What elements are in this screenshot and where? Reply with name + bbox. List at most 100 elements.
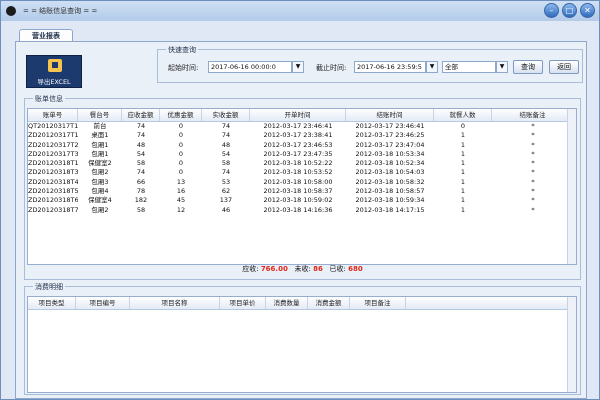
table-cell: 1 (460, 159, 466, 168)
query-button[interactable]: 查询 (513, 60, 543, 74)
table-row[interactable]: ZD20120317T3 包厢1 54 0 54 2012-03-17 23:47:35 2… (28, 150, 576, 159)
table-cell: 1 (460, 149, 466, 158)
table-cell: 2012-03-18 10:52:34 (355, 159, 425, 168)
table-row[interactable]: ZD20120318T5 包厢4 78 16 62 2012-03-18 10:58:37… (28, 187, 576, 196)
start-time-dropdown[interactable]: ▼ (292, 61, 304, 73)
col-checkout-time[interactable]: 结账时间 (346, 109, 434, 121)
back-button[interactable]: 返回 (549, 60, 579, 74)
table-cell: 0 (178, 159, 184, 168)
table-cell: 74 (221, 122, 231, 130)
table-cell: 保健室4 (88, 196, 112, 205)
end-time-label: 截止时间: (316, 64, 347, 72)
table-cell: 2012-03-17 23:46:25 (355, 131, 425, 140)
close-button[interactable]: ✕ (580, 3, 595, 18)
table-cell: ZD20120318T6 (28, 196, 78, 205)
table-cell: 66 (136, 177, 146, 186)
table-cell: 74 (136, 122, 146, 130)
table-cell: QT20120317T1 (28, 122, 78, 130)
bill-info-panel: 账单信息 账单号 餐台号 应收金额 优惠金额 实收金额 开单时间 结账时间 就餐… (24, 94, 581, 280)
col-bill-no[interactable]: 账单号 (28, 109, 78, 121)
col-item-type[interactable]: 项目类型 (28, 297, 76, 309)
bill-table-scrollbar[interactable] (567, 109, 576, 264)
excel-icon (48, 59, 62, 72)
consume-table-header: 项目类型 项目编号 项目名称 项目单价 消费数量 消费金额 项目备注 (28, 297, 576, 310)
table-cell: 0 (178, 168, 184, 177)
maximize-button[interactable]: □ (562, 3, 577, 18)
table-cell: 48 (221, 140, 231, 149)
table-row[interactable]: ZD20120317T1 桌面1 74 0 74 2012-03-17 23:38:41 2… (28, 131, 576, 140)
table-cell: 1 (460, 131, 466, 140)
table-cell: ZD20120318T5 (28, 187, 78, 196)
report-content: 导出EXCEL 快速查询 起始时间: 2017-06-16 00:00:0 ▼ … (15, 41, 587, 399)
col-diners[interactable]: 就餐人数 (434, 109, 492, 121)
table-cell: 182 (134, 196, 148, 205)
col-paid[interactable]: 实收金额 (202, 109, 250, 121)
col-open-time[interactable]: 开单时间 (250, 109, 346, 121)
col-checkout-note[interactable]: 结账备注 (492, 109, 574, 121)
table-cell: 1 (460, 196, 466, 205)
table-cell: 2012-03-18 10:54:03 (355, 168, 425, 177)
table-cell: 0 (178, 140, 184, 149)
export-excel-button[interactable]: 导出EXCEL (26, 55, 82, 88)
col-item-name[interactable]: 项目名称 (130, 297, 220, 309)
window-title: = = 结账信息查询 = = (23, 7, 98, 15)
receivable-label: 应收: (242, 265, 259, 273)
table-cell: ZD20120317T1 (28, 131, 78, 140)
table-cell: 包厢4 (91, 187, 109, 196)
table-cell: 2012-03-17 23:47:35 (263, 149, 333, 158)
table-cell: ZD20120318T3 (28, 168, 78, 177)
table-cell: 62 (221, 187, 231, 196)
table-row[interactable]: ZD20120317T2 包厢1 48 0 48 2012-03-17 23:46:53 2… (28, 141, 576, 150)
filter-select[interactable]: 全部 (442, 61, 496, 73)
table-cell: 包厢1 (91, 149, 109, 158)
table-cell: * (531, 168, 535, 177)
title-bar[interactable]: = = 结账信息查询 = = – □ ✕ (1, 1, 599, 21)
col-discount[interactable]: 优惠金额 (160, 109, 202, 121)
table-cell: 2012-03-18 10:58:57 (355, 187, 425, 196)
received-total: 680 (348, 265, 363, 273)
table-cell: 2012-03-18 10:58:37 (263, 187, 333, 196)
table-row[interactable]: ZD20120318T1 保健室2 58 0 58 2012-03-18 10:52:22… (28, 159, 576, 168)
bill-table: 账单号 餐台号 应收金额 优惠金额 实收金额 开单时间 结账时间 就餐人数 结账… (27, 108, 577, 265)
col-item-no[interactable]: 项目编号 (76, 297, 130, 309)
table-cell: 0 (460, 122, 466, 130)
unpaid-total: 86 (313, 265, 323, 273)
table-row[interactable]: ZD20120318T3 包厢2 74 0 74 2012-03-18 10:53:52 2… (28, 168, 576, 177)
table-cell: 74 (221, 131, 231, 140)
consume-table-scrollbar[interactable] (567, 297, 576, 392)
table-row[interactable]: ZD20120318T7 包厢2 58 12 46 2012-03-18 14:16:36… (28, 206, 576, 215)
table-cell: 74 (136, 168, 146, 177)
start-time-input[interactable]: 2017-06-16 00:00:0 (208, 61, 292, 73)
table-cell: 前台 (93, 122, 107, 130)
filter-dropdown[interactable]: ▼ (496, 61, 508, 73)
col-amount[interactable]: 消费金额 (308, 297, 350, 309)
minimize-button[interactable]: – (544, 3, 559, 18)
table-cell: 2012-03-18 10:59:02 (263, 196, 333, 205)
col-unit-price[interactable]: 项目单价 (220, 297, 266, 309)
table-cell: * (531, 196, 535, 205)
table-row[interactable]: ZD20120318T6 保健室4 182 45 137 2012-03-18 10:59… (28, 196, 576, 205)
col-table-no[interactable]: 餐台号 (78, 109, 122, 121)
table-cell: 45 (176, 196, 186, 205)
end-time-dropdown[interactable]: ▼ (426, 61, 438, 73)
col-receivable[interactable]: 应收金额 (122, 109, 160, 121)
end-time-input[interactable]: 2017-06-16 23:59:5 (354, 61, 426, 73)
table-cell: 0 (178, 131, 184, 140)
table-cell: 46 (221, 205, 231, 214)
table-cell: 2012-03-18 10:58:32 (355, 177, 425, 186)
col-quantity[interactable]: 消费数量 (266, 297, 308, 309)
start-time-label: 起始时间: (168, 64, 199, 72)
table-cell: ZD20120318T4 (28, 177, 78, 186)
table-cell: 1 (460, 177, 466, 186)
table-cell: 桌面1 (91, 131, 109, 140)
table-cell: 1 (460, 140, 466, 149)
quick-query-title: 快速查询 (166, 45, 198, 55)
table-cell: ZD20120317T2 (28, 140, 78, 149)
table-cell: 74 (136, 131, 146, 140)
col-item-note[interactable]: 项目备注 (350, 297, 406, 309)
table-row[interactable]: ZD20120318T4 包厢3 66 13 53 2012-03-18 10:58:00… (28, 178, 576, 187)
table-cell: 58 (221, 159, 231, 168)
table-cell: 74 (221, 168, 231, 177)
table-row[interactable]: QT20120317T1 前台 74 0 74 2012-03-17 23:46:41 20… (28, 122, 576, 131)
window-controls: – □ ✕ (544, 3, 595, 18)
